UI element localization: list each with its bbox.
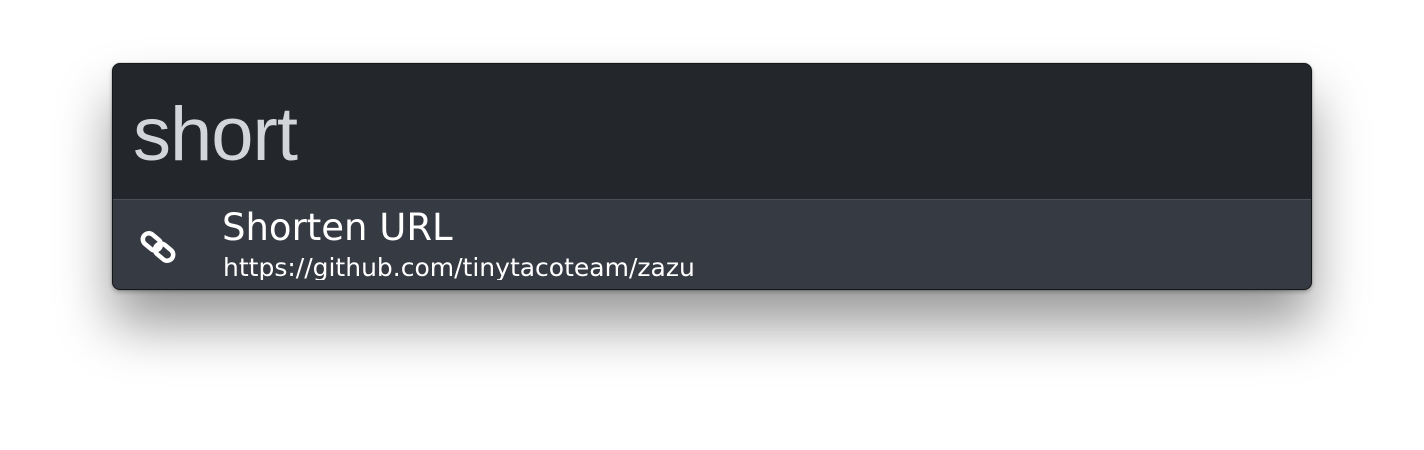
link-icon: [137, 226, 179, 268]
search-input[interactable]: [133, 90, 1273, 180]
result-item[interactable]: Shorten URL https://github.com/tinytacot…: [113, 200, 1311, 289]
launcher-window: Shorten URL https://github.com/tinytacot…: [112, 63, 1312, 290]
result-title: Shorten URL: [222, 206, 453, 249]
search-bar: [113, 64, 1311, 199]
result-subtitle: https://github.com/tinytacoteam/zazu: [223, 253, 695, 280]
